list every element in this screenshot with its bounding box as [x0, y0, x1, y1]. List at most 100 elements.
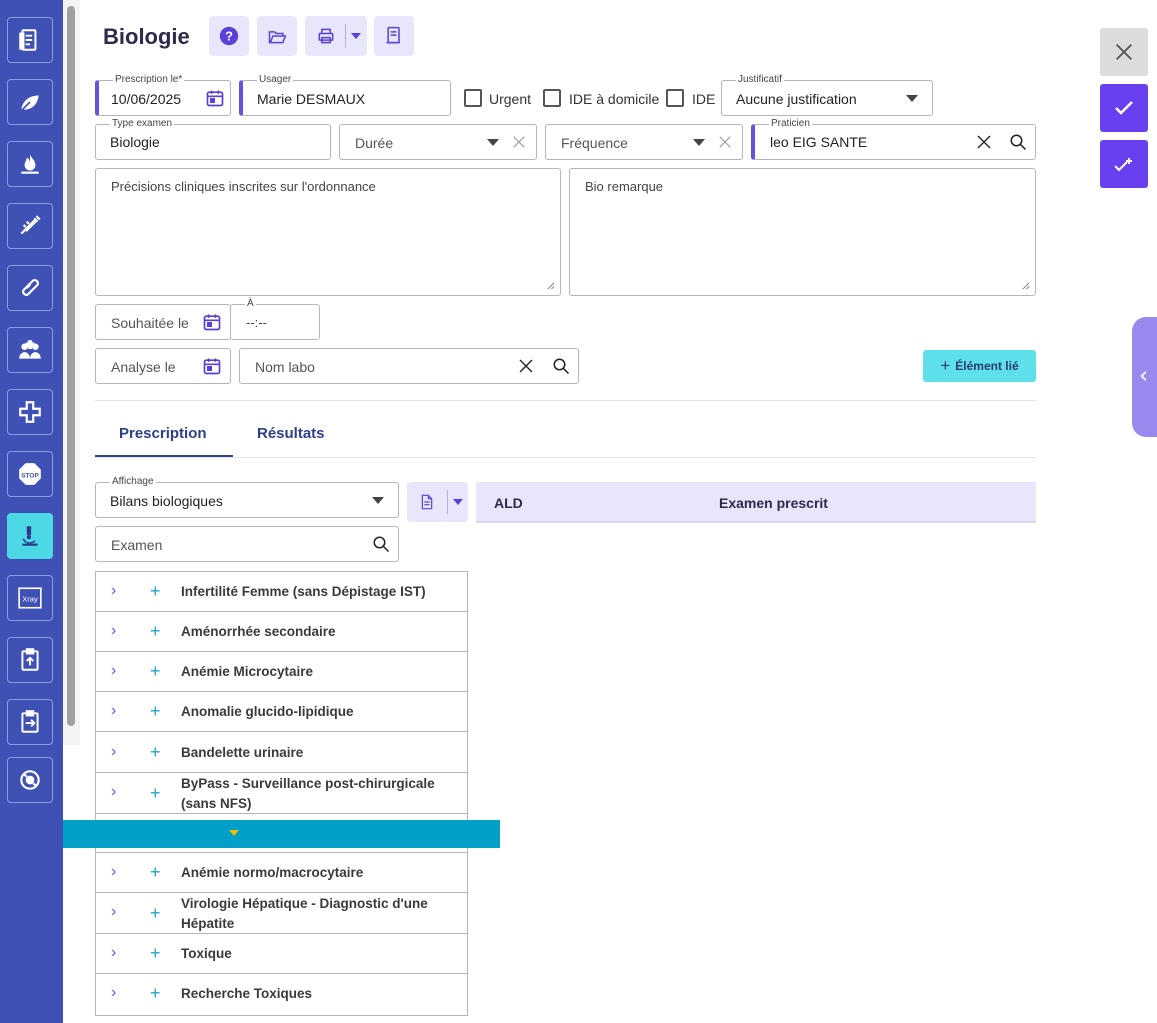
open-folder-button[interactable] [257, 16, 297, 56]
list-item[interactable]: › + Bandelette urinaire [96, 732, 467, 773]
people-icon[interactable] [7, 327, 53, 373]
prescription-date-field[interactable]: Prescription le* 10/06/2025 [95, 74, 231, 116]
medical-cross-icon[interactable] [7, 389, 53, 435]
chevron-right-icon[interactable]: › [111, 622, 116, 640]
praticien-field[interactable]: Praticien leo EIG SANTE [751, 118, 1036, 160]
side-panel-toggle[interactable] [1132, 317, 1157, 437]
plus-icon[interactable]: + [150, 742, 161, 763]
print-button[interactable] [305, 16, 367, 56]
usager-field[interactable]: Usager Marie DESMAUX [239, 74, 451, 116]
chevron-down-icon[interactable] [453, 498, 463, 506]
list-item[interactable]: › + Recherche Toxiques [96, 974, 467, 1015]
validate-add-button[interactable] [1100, 140, 1148, 188]
examen-search-input[interactable]: Examen [95, 526, 399, 562]
bandage-icon[interactable] [7, 265, 53, 311]
urgent-checkbox[interactable] [464, 89, 482, 107]
list-item[interactable]: › + Toxique [96, 934, 467, 974]
help-button[interactable]: ? [209, 16, 249, 56]
close-button[interactable] [1100, 28, 1148, 76]
xray-icon[interactable]: Xray [7, 575, 53, 621]
duree-select[interactable]: Durée [339, 124, 537, 160]
chevron-down-icon[interactable] [693, 139, 705, 146]
plus-icon[interactable]: + [150, 661, 161, 682]
calendar-icon[interactable] [202, 312, 222, 332]
document-options-button[interactable] [407, 482, 468, 522]
column-ald: ALD [494, 495, 523, 511]
affichage-label: Affichage [110, 476, 156, 487]
clipboard-upload-icon[interactable] [7, 637, 53, 683]
drag-overlay-bar[interactable] [63, 820, 500, 848]
tab-resultats[interactable]: Résultats [257, 425, 325, 442]
precisions-cliniques-textarea[interactable]: Précisions cliniques inscrites sur l'ord… [95, 168, 561, 296]
type-examen-field[interactable]: Type examen Biologie [95, 118, 331, 160]
list-item-label: Anémie normo/macrocytaire [181, 865, 364, 880]
element-lie-button[interactable]: + Élément lié [923, 350, 1036, 382]
chevron-right-icon[interactable]: › [111, 944, 116, 962]
list-item[interactable]: › + Virologie Hépatique - Diagnostic d'u… [96, 893, 467, 934]
list-item[interactable]: › + ByPass - Surveillance post-chirurgic… [96, 773, 467, 814]
search-icon[interactable] [552, 357, 570, 375]
calendar-icon[interactable] [205, 88, 225, 108]
chevron-down-icon[interactable] [487, 139, 499, 146]
list-item[interactable]: › + Aménorrhée secondaire [96, 612, 467, 652]
tab-prescription[interactable]: Prescription [119, 425, 207, 442]
list-item[interactable]: › + Anomalie glucido-lipidique [96, 692, 467, 732]
list-item[interactable]: › + Infertilité Femme (sans Dépistage IS… [96, 572, 467, 612]
resize-handle-icon[interactable] [546, 281, 555, 290]
ide-domicile-checkbox[interactable] [543, 89, 561, 107]
chevron-right-icon[interactable]: › [111, 783, 116, 801]
chevron-right-icon[interactable]: › [111, 903, 116, 921]
divider [95, 400, 1036, 401]
prescription-doc-button[interactable] [374, 16, 414, 56]
chevron-right-icon[interactable]: › [111, 863, 116, 881]
microscope-icon[interactable] [7, 513, 53, 559]
plus-icon[interactable]: + [150, 621, 161, 642]
resize-handle-icon[interactable] [1021, 281, 1030, 290]
stop-icon[interactable]: STOP [7, 451, 53, 497]
search-icon[interactable] [1009, 133, 1027, 151]
bio-remarque-textarea[interactable]: Bio remarque [569, 168, 1036, 296]
clipboard-export-icon[interactable] [7, 699, 53, 745]
ide-checkbox[interactable] [666, 89, 684, 107]
souhaitee-date-field[interactable]: Souhaitée le [95, 304, 231, 340]
plus-icon[interactable]: + [150, 983, 161, 1004]
validate-button[interactable] [1100, 84, 1148, 132]
chevron-down-icon[interactable] [351, 32, 361, 40]
chevron-right-icon[interactable]: › [111, 662, 116, 680]
syringe-icon[interactable] [7, 203, 53, 249]
clear-icon[interactable] [518, 358, 534, 374]
frequence-select[interactable]: Fréquence [545, 124, 743, 160]
justificatif-select[interactable]: Justificatif Aucune justification [721, 74, 933, 116]
list-item-label: ByPass - Surveillance post-chirurgicale … [181, 776, 435, 811]
plus-icon[interactable]: + [150, 862, 161, 883]
chevron-right-icon[interactable]: › [111, 582, 116, 600]
chevron-right-icon[interactable]: › [111, 984, 116, 1002]
list-item[interactable]: › + Anémie Microcytaire [96, 652, 467, 692]
type-examen-value: Biologie [110, 134, 160, 150]
praticien-label: Praticien [769, 118, 812, 129]
flame-icon[interactable] [7, 141, 53, 187]
scrollbar-thumb[interactable] [67, 6, 75, 726]
list-item[interactable]: › + Anémie normo/macrocytaire [96, 853, 467, 893]
document-icon[interactable] [7, 17, 53, 63]
plus-icon[interactable]: + [150, 701, 161, 722]
plus-icon[interactable]: + [150, 943, 161, 964]
plus-icon[interactable]: + [150, 783, 161, 804]
chevron-right-icon[interactable]: › [111, 702, 116, 720]
analyse-date-field[interactable]: Analyse le [95, 348, 231, 384]
heure-field[interactable]: À --:-- [230, 298, 320, 340]
clear-icon[interactable] [512, 135, 526, 149]
clear-icon[interactable] [976, 134, 992, 150]
chevron-right-icon[interactable]: › [111, 743, 116, 761]
plus-icon[interactable]: + [150, 903, 161, 924]
leaf-icon[interactable] [7, 79, 53, 125]
network-icon[interactable] [7, 757, 53, 803]
search-icon[interactable] [372, 535, 390, 553]
calendar-icon[interactable] [202, 356, 222, 376]
bio-remarque-placeholder: Bio remarque [585, 179, 664, 194]
chevron-down-icon [906, 95, 918, 102]
clear-icon[interactable] [718, 135, 732, 149]
affichage-select[interactable]: Affichage Bilans biologiques [95, 476, 399, 518]
plus-icon[interactable]: + [150, 581, 161, 602]
nom-labo-field[interactable]: Nom labo [239, 348, 579, 384]
